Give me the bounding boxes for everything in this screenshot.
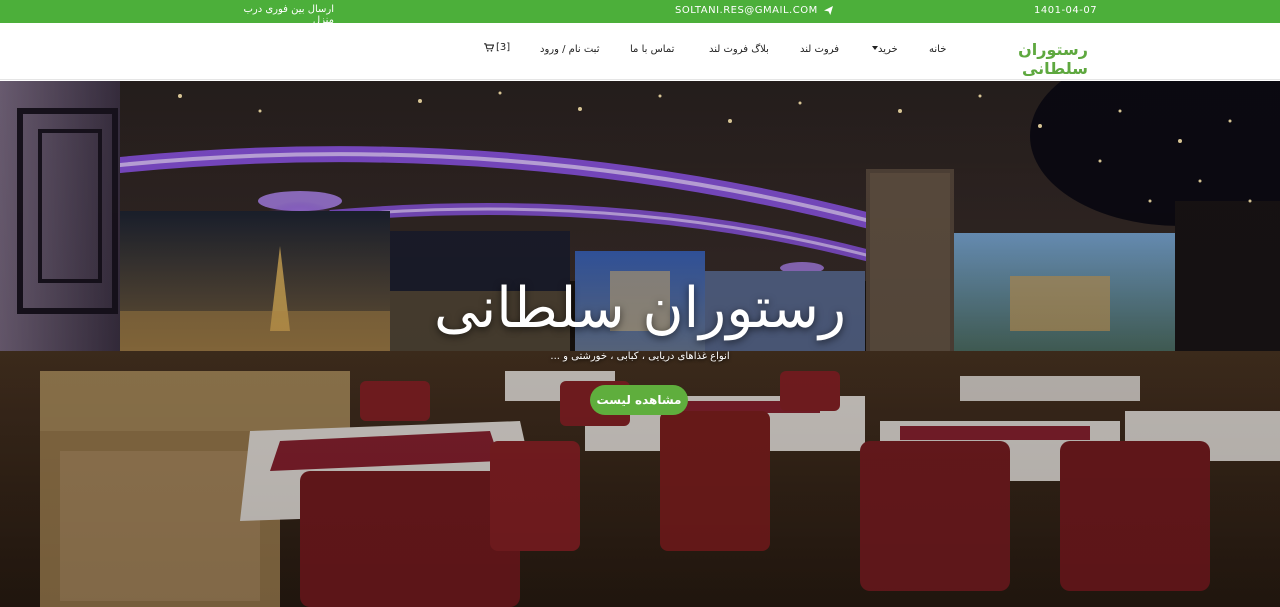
hero-section: رستوران سلطانی انواع غذاهای دریایی ، کبا… (0, 81, 1280, 607)
hero-subtitle: انواع غذاهای دریایی ، کبابی ، خورشتی و .… (550, 351, 730, 362)
nav-buy-dropdown[interactable]: خرید (869, 44, 898, 55)
nav-register-login[interactable]: ثبت نام / ورود (540, 44, 600, 55)
contact-email[interactable]: SOLTANI.RES@GMAIL.COM (675, 5, 833, 16)
main-navbar: رستوران سلطانی خانه خرید فروت لند بلاگ ف… (0, 23, 1280, 80)
hero-title: رستوران سلطانی (433, 276, 847, 341)
view-list-button[interactable]: مشاهده لیست (590, 385, 688, 415)
nav-home[interactable]: خانه (929, 44, 946, 55)
nav-buy-label[interactable]: خرید (878, 44, 898, 55)
restaurant-background-image (0, 81, 1280, 607)
nav-blog[interactable]: بلاگ فروت لند (709, 44, 769, 55)
nav-shop[interactable]: فروت لند (800, 44, 839, 55)
top-info-bar: 1401-04-07 SOLTANI.RES@GMAIL.COM ارسال ب… (0, 0, 1280, 26)
cart-count: [3] (496, 42, 511, 53)
site-brand[interactable]: رستوران سلطانی (977, 40, 1088, 78)
shopping-cart-icon (484, 43, 494, 52)
paper-plane-icon (823, 6, 833, 15)
current-date: 1401-04-07 (1034, 5, 1098, 16)
nav-contact[interactable]: تماس با ما (630, 44, 674, 55)
cart-button[interactable]: [3] (484, 42, 510, 53)
email-text[interactable]: SOLTANI.RES@GMAIL.COM (675, 5, 818, 16)
